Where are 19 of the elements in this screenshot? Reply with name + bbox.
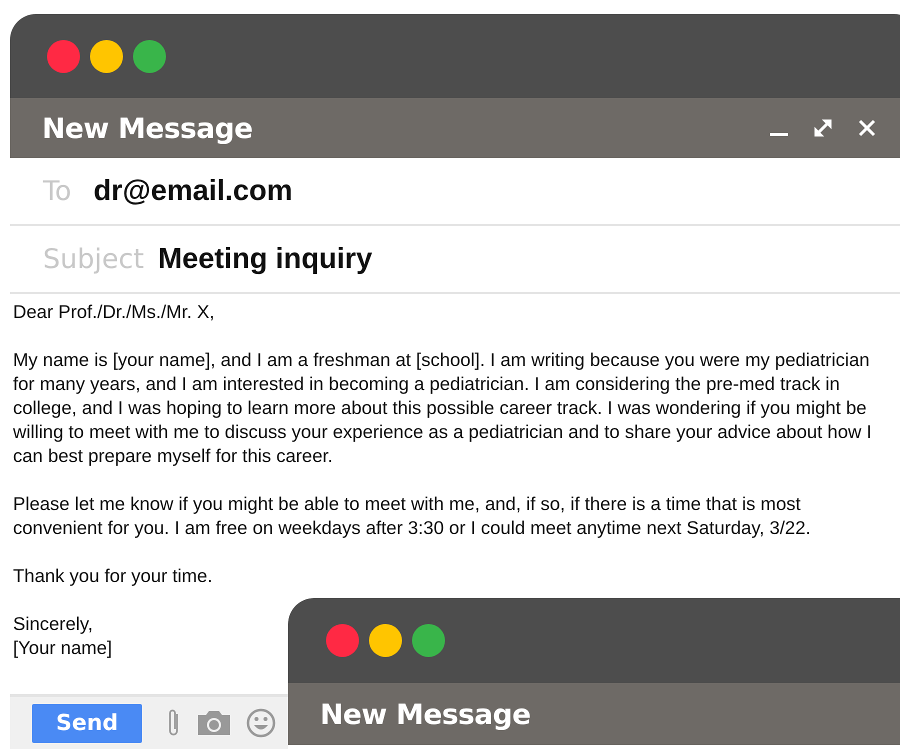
body-paragraph: Sincerely, [Your name] xyxy=(13,612,112,660)
emoji-icon[interactable] xyxy=(246,708,276,738)
close-dot-icon[interactable] xyxy=(326,624,359,657)
subject-text: Meeting inquiry xyxy=(158,242,372,276)
window-title: New Message xyxy=(320,698,531,730)
close-dot-icon[interactable] xyxy=(47,40,80,72)
expand-icon[interactable] xyxy=(812,117,834,139)
window-title: New Message xyxy=(42,112,253,144)
body-paragraph: Dear Prof./Dr./Ms./Mr. X, xyxy=(13,300,214,324)
zoom-dot-icon[interactable] xyxy=(412,624,445,657)
zoom-dot-icon[interactable] xyxy=(133,40,166,72)
minimize-dot-icon[interactable] xyxy=(369,624,402,657)
body-paragraph: Please let me know if you might be able to meet with me, and, if so, if there is a time that is most convenient for you. I am free on weekdays after 3:30 or I could meet anytime next Saturday, 3/22. xyxy=(13,492,812,540)
minimize-dot-icon[interactable] xyxy=(90,40,123,72)
recipient-address: dr@email.com xyxy=(93,174,293,208)
body-paragraph: My name is [your name], and I am a freshman at [school]. I am writing because you were my pediatrician for many years, and I am interested in becoming a pediatrician. I am considering the pre-med track in college, and I was hoping to learn more about this possible career track. I was wondering if you might be willing to meet with me to discuss your experience as a pediatrician and to share your advice about how I can best prepare myself for this career. xyxy=(13,348,873,468)
body-paragraph: Thank you for your time. xyxy=(13,564,212,588)
camera-icon[interactable] xyxy=(196,709,232,737)
close-icon[interactable] xyxy=(856,117,878,139)
